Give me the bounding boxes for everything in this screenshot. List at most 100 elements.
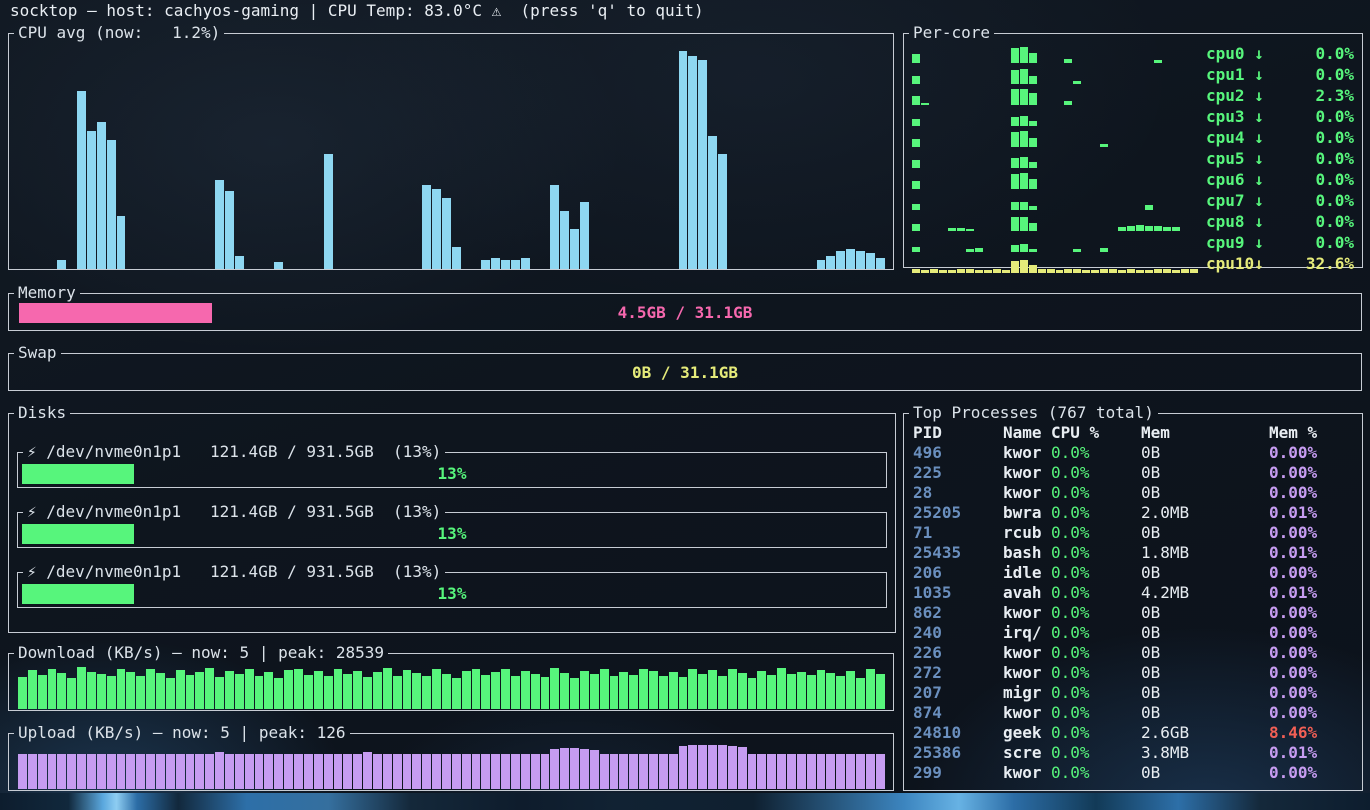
chart-bar [304,675,313,709]
chart-bar [580,202,589,269]
process-cell-pname: geek [1003,723,1051,743]
swap-title: Swap [14,343,61,363]
chart-bar [912,181,920,190]
chart-bar [846,754,855,789]
chart-bar [521,258,530,269]
chart-bar [580,749,589,789]
chart-bar [807,754,816,789]
chart-bar [1029,121,1037,126]
process-cell-pcpu: 0.0% [1051,763,1141,783]
chart-bar [186,675,195,709]
disk-gauge-box: ⚡ /dev/nvme0n1p1 121.4GB / 931.5GB (13%)… [17,442,887,488]
per-core-label: cpu8 ↓0.0% [1206,212,1354,231]
chart-bar [1020,202,1028,211]
process-cell-pcpu: 0.0% [1051,703,1141,723]
per-core-sparkline [912,256,1198,273]
chart-bar [146,669,155,709]
process-row: 25435bash0.0%1.8MB0.01% [913,543,1358,563]
per-core-sparkline [912,109,1198,126]
chart-bar [659,754,668,789]
per-core-sparkline [912,46,1198,63]
process-cell-pname: rcub [1003,523,1051,543]
disk-gauge-label: 13% [22,584,882,604]
chart-bar [912,224,920,231]
header-memp: Mem % [1269,423,1358,443]
chart-bar [728,746,737,789]
chart-bar [1020,47,1028,63]
terminal-window[interactable]: socktop — host: cachyos-gaming | CPU Tem… [0,0,1370,793]
chart-bar [422,185,431,269]
core-percent: 0.0% [1315,149,1354,168]
chart-bar [314,671,323,709]
chart-bar [432,669,441,709]
chart-bar [1091,270,1099,273]
core-name: cpu5 ↓ [1206,149,1264,168]
chart-bar [1020,217,1028,231]
per-core-row: cpu0 ↓0.0% [908,43,1358,64]
chart-bar [18,677,27,709]
process-cell-pcpu: 0.0% [1051,563,1141,583]
chart-bar [817,754,826,789]
core-name: cpu2 ↓ [1206,86,1264,105]
chart-bar [245,754,254,789]
chart-bar [975,248,983,252]
chart-bar [1020,116,1028,126]
memory-gauge: 4.5GB / 31.1GB [19,303,1351,323]
per-core-row: cpu4 ↓0.0% [908,127,1358,148]
process-row: 496kwor0.0%0B0.00% [913,443,1358,463]
chart-bar [343,754,352,789]
process-cell-pcpu: 0.0% [1051,503,1141,523]
chart-bar [264,672,273,709]
process-cell-pmemp: 0.00% [1269,683,1358,703]
chart-bar [324,754,333,789]
header-name: Name [1003,423,1051,443]
chart-bar [373,672,382,709]
chart-bar [1029,223,1037,232]
chart-bar [957,269,965,273]
chart-bar [649,754,658,789]
process-cell-pname: kwor [1003,463,1051,483]
per-core-label: cpu9 ↓0.0% [1206,233,1354,252]
chart-bar [501,754,510,789]
chart-bar [629,754,638,789]
per-core-rows: cpu0 ↓0.0%cpu1 ↓0.0%cpu2 ↓2.3%cpu3 ↓0.0%… [908,43,1358,274]
chart-bar [718,676,727,709]
chart-bar [195,754,204,789]
chart-bar [912,54,920,63]
process-cell-pmem: 0B [1141,643,1269,663]
chart-bar [235,674,244,709]
process-cell-pid: 874 [913,703,1003,723]
chart-bar [264,754,273,789]
process-cell-pname: scre [1003,743,1051,763]
chart-bar [225,191,234,269]
chart-bar [1163,227,1171,231]
chart-bar [452,247,461,269]
chart-bar [1154,226,1162,231]
chart-bar [156,673,165,709]
process-cell-pcpu: 0.0% [1051,583,1141,603]
chart-bar [363,677,372,709]
chart-bar [18,754,27,789]
process-cell-pname: kwor [1003,663,1051,683]
chart-bar [462,754,471,789]
app-titlebar: socktop — host: cachyos-gaming | CPU Tem… [10,1,704,21]
per-core-label: cpu4 ↓0.0% [1206,128,1354,147]
per-core-panel: Per-core cpu0 ↓0.0%cpu1 ↓0.0%cpu2 ↓2.3%c… [903,23,1363,268]
memory-gauge-label: 4.5GB / 31.1GB [19,303,1351,323]
screen: socktop — host: cachyos-gaming | CPU Tem… [0,0,1370,810]
process-cell-pcpu: 0.0% [1051,643,1141,663]
chart-bar [353,754,362,789]
chart-bar [570,748,579,789]
chart-bar [67,678,76,709]
process-row: 71rcub0.0%0B0.00% [913,523,1358,543]
chart-bar [235,256,244,269]
chart-bar [738,747,747,789]
chart-bar [600,669,609,709]
chart-bar [205,668,214,709]
chart-bar [1011,70,1019,84]
chart-bar [966,229,974,231]
chart-bar [912,269,920,273]
chart-bar [1145,205,1153,210]
chart-bar [491,754,500,789]
chart-bar [1136,225,1144,231]
